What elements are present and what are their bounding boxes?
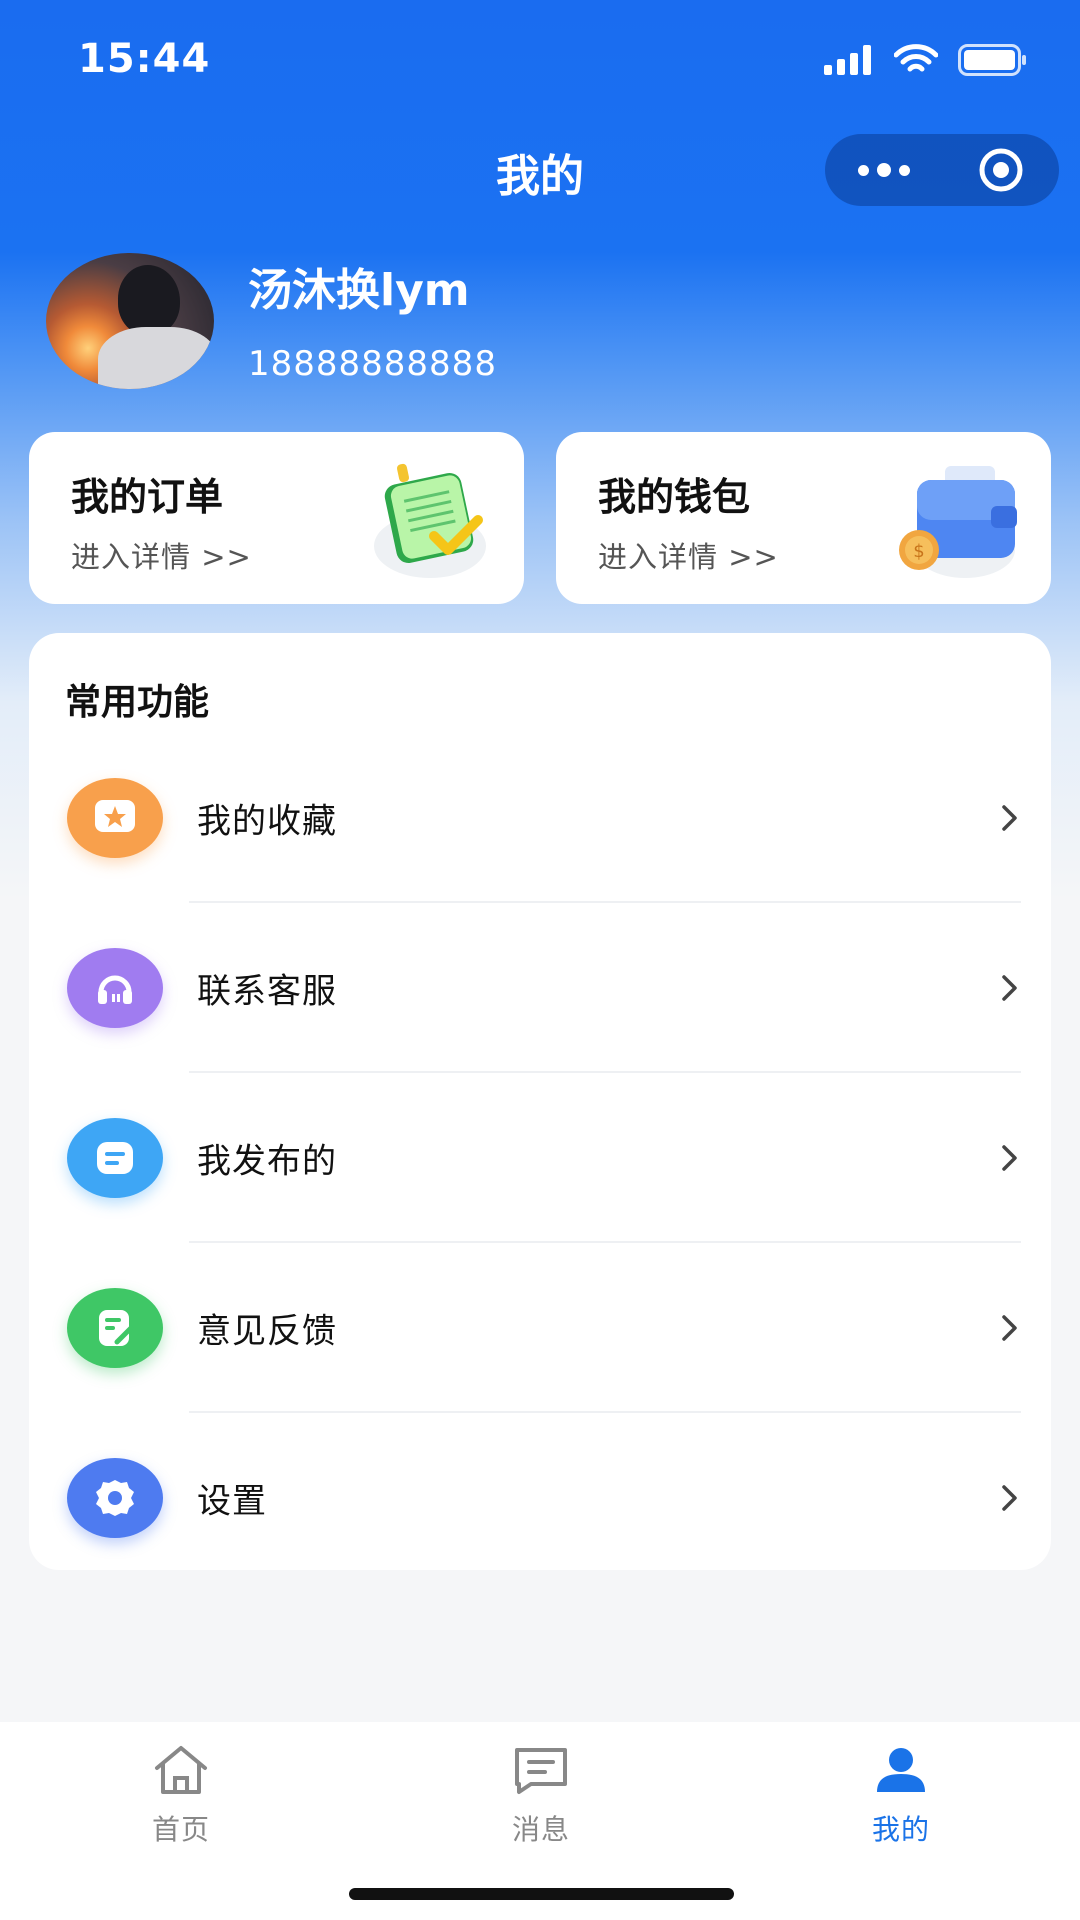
section-title: 常用功能 <box>65 682 210 723</box>
tab-home[interactable]: 首页 <box>81 1744 281 1848</box>
menu-label: 设置 <box>197 1481 267 1522</box>
menu-item-settings[interactable]: 设置 <box>29 1413 1051 1583</box>
wifi-icon <box>894 44 938 72</box>
tab-label: 我的 <box>871 1813 930 1846</box>
chevron-right-icon <box>1002 1485 1017 1511</box>
user-icon <box>877 1748 925 1792</box>
chevron-right-icon <box>1002 1315 1017 1341</box>
tab-messages[interactable]: 消息 <box>441 1744 641 1848</box>
notepad-check-icon <box>374 463 486 578</box>
menu-item-my-posts[interactable]: 我发布的 <box>29 1073 1051 1243</box>
home-icon <box>155 1746 207 1794</box>
chevron-right-icon <box>1002 975 1017 1001</box>
feedback-icon <box>67 1288 163 1368</box>
gear-icon <box>67 1458 163 1538</box>
headset-icon <box>67 948 163 1028</box>
menu-label: 我发布的 <box>197 1141 337 1182</box>
svg-text:$: $ <box>913 541 924 562</box>
chevron-right-icon <box>1002 1145 1017 1171</box>
message-icon <box>67 1118 163 1198</box>
status-bar: 15:44 <box>0 0 1080 120</box>
status-icons <box>824 44 1028 76</box>
close-miniprogram-button[interactable] <box>942 134 1059 206</box>
my-orders-card[interactable]: 我的订单 进入详情 >> <box>29 432 524 604</box>
menu-item-favorites[interactable]: 我的收藏 <box>29 733 1051 903</box>
miniprogram-capsule <box>825 134 1059 206</box>
menu-item-customer-service[interactable]: 联系客服 <box>29 903 1051 1073</box>
more-button[interactable] <box>825 134 942 206</box>
status-time: 15:44 <box>78 36 211 82</box>
avatar[interactable] <box>46 253 214 389</box>
menu-label: 联系客服 <box>197 971 337 1012</box>
card-subtitle: 进入详情 >> <box>598 540 779 574</box>
my-wallet-card[interactable]: 我的钱包 进入详情 >> $ <box>556 432 1051 604</box>
user-name: 汤沐换lym <box>248 265 470 316</box>
card-title: 我的钱包 <box>598 475 751 519</box>
star-icon <box>67 778 163 858</box>
chat-icon <box>515 1748 567 1794</box>
user-phone: 18888888888 <box>248 344 497 384</box>
tab-label: 消息 <box>511 1813 570 1846</box>
more-dot-icon <box>857 164 869 176</box>
chevron-right-icon <box>1002 805 1017 831</box>
wallet-coin-icon: $ <box>899 466 1017 578</box>
tab-mine[interactable]: 我的 <box>801 1744 1001 1848</box>
menu-label: 意见反馈 <box>197 1311 337 1352</box>
tab-label: 首页 <box>151 1813 210 1846</box>
battery-icon <box>958 44 1026 76</box>
home-indicator <box>349 1888 734 1900</box>
more-dot-icon <box>876 163 891 177</box>
card-subtitle: 进入详情 >> <box>71 540 252 574</box>
card-title: 我的订单 <box>71 475 224 519</box>
menu-label: 我的收藏 <box>197 801 337 842</box>
common-functions-panel: 常用功能 我的收藏 联系客服 我发布的 意见反馈 设置 <box>29 633 1051 1570</box>
signal-icon <box>824 45 871 75</box>
target-icon <box>979 148 1022 192</box>
more-dot-icon <box>898 164 910 176</box>
menu-item-feedback[interactable]: 意见反馈 <box>29 1243 1051 1413</box>
